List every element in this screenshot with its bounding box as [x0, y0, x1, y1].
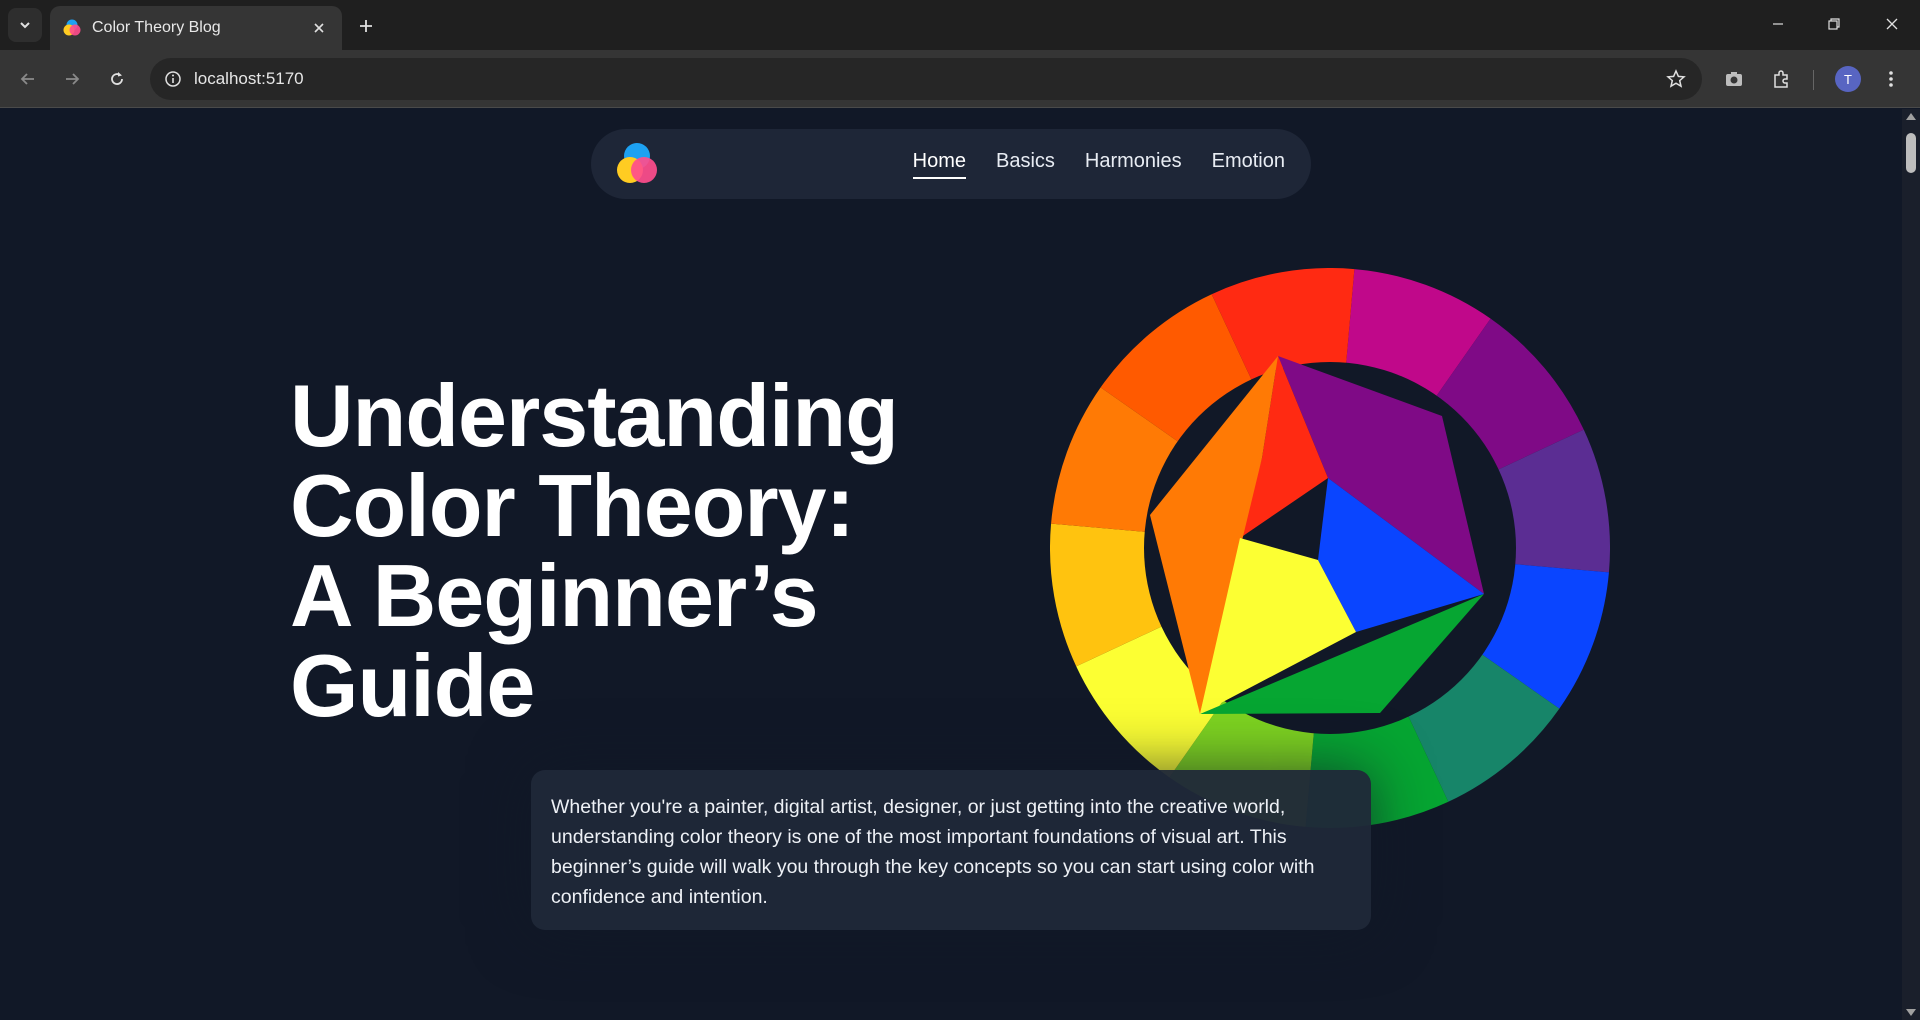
intro-paragraph: Whether you're a painter, digital artist… [551, 796, 1315, 908]
profile-avatar[interactable]: T [1835, 66, 1861, 92]
url-text: localhost:5170 [194, 69, 304, 88]
nav-link-basics[interactable]: Basics [996, 150, 1055, 179]
toolbar-divider [1813, 70, 1814, 90]
page-viewport: Home Basics Harmonies Emotion Understanding… [0, 109, 1902, 1020]
browser-toolbar: localhost:5170 [0, 50, 1920, 108]
restore-icon [1828, 18, 1840, 30]
new-tab-button[interactable] [352, 12, 380, 40]
favicon-icon [62, 18, 82, 38]
nav-link-home[interactable]: Home [912, 150, 967, 179]
extensions-button[interactable] [1765, 63, 1797, 95]
intro-card: Whether you're a painter, digital artist… [531, 770, 1371, 930]
reload-button[interactable] [101, 63, 133, 95]
address-bar[interactable]: localhost:5170 [150, 58, 1702, 100]
nav-link-emotion[interactable]: Emotion [1212, 150, 1285, 179]
hero-title-line: Color Theory: [290, 456, 855, 555]
minimize-icon [1773, 23, 1783, 25]
browser-tabstrip: Color Theory Blog [0, 0, 1920, 50]
hero-title-line: A Beginner’s [290, 546, 819, 645]
tab-search-button[interactable] [8, 8, 42, 42]
scroll-up-arrow-icon[interactable] [1906, 113, 1916, 120]
hero-title-line: Guide [290, 636, 535, 735]
browser-menu-button[interactable] [1875, 63, 1907, 95]
star-icon [1666, 69, 1686, 88]
restore-button[interactable] [1806, 0, 1862, 48]
close-icon [1886, 18, 1898, 30]
plus-icon [360, 20, 372, 32]
back-button[interactable] [12, 63, 44, 95]
puzzle-icon [1774, 70, 1788, 88]
camera-icon [1726, 72, 1742, 86]
nav-link-harmonies[interactable]: Harmonies [1085, 150, 1182, 179]
profile-initial: T [1844, 71, 1852, 87]
browser-tab[interactable]: Color Theory Blog [50, 6, 342, 50]
color-wheel-illustration [1050, 268, 1610, 828]
scroll-thumb[interactable] [1906, 133, 1916, 173]
site-info-button[interactable] [158, 64, 188, 94]
reload-icon [111, 72, 123, 85]
tab-close-button[interactable] [308, 17, 330, 39]
hero-title-line: Understanding [290, 366, 899, 465]
color-circles-logo-icon [617, 143, 657, 183]
page-scrollbar[interactable] [1902, 109, 1920, 1020]
tab-title: Color Theory Blog [92, 19, 221, 36]
scroll-down-arrow-icon[interactable] [1906, 1009, 1916, 1016]
info-icon [165, 71, 181, 87]
arrow-left-icon [20, 73, 34, 85]
hero-title: Understanding Color Theory: A Beginner’s Gu… [290, 371, 1010, 731]
arrow-right-icon [66, 73, 80, 85]
bookmark-button[interactable] [1660, 63, 1692, 95]
site-nav-links: Home Basics Harmonies Emotion [912, 150, 1285, 179]
screenshot-button[interactable] [1718, 63, 1750, 95]
chevron-down-icon [20, 22, 30, 29]
kebab-menu-icon [1889, 71, 1893, 87]
site-logo[interactable] [611, 138, 663, 190]
close-window-button[interactable] [1864, 0, 1920, 48]
close-icon [314, 23, 324, 33]
site-navbar: Home Basics Harmonies Emotion [591, 129, 1311, 199]
forward-button[interactable] [56, 63, 88, 95]
minimize-button[interactable] [1750, 0, 1806, 48]
